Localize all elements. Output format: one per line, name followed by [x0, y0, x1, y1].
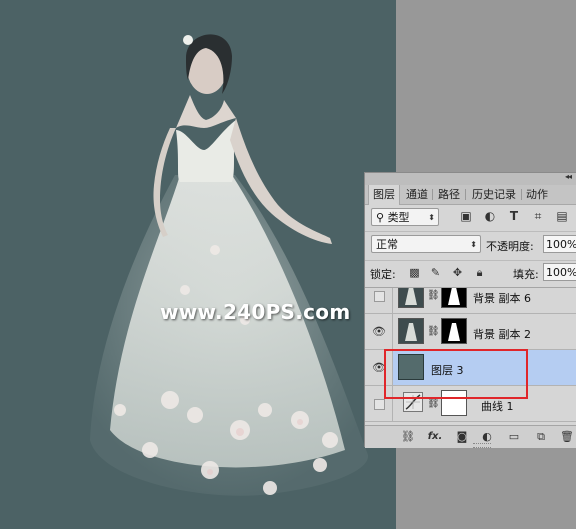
- mask-link-icon[interactable]: ⛓: [427, 290, 440, 301]
- document-canvas[interactable]: www.240PS.com: [0, 0, 396, 529]
- fill-input[interactable]: 100%: [543, 263, 576, 281]
- layer-name[interactable]: 背景 副本 2: [473, 326, 531, 342]
- tab-layers[interactable]: 图层: [368, 185, 400, 205]
- mask-link-icon[interactable]: ⛓: [427, 398, 440, 409]
- collapse-chevron-icon[interactable]: ◂◂: [565, 172, 572, 181]
- lock-all-icon[interactable]: 🔒︎: [473, 266, 486, 279]
- lock-label: 锁定:: [370, 268, 396, 281]
- add-mask-icon[interactable]: ◙: [455, 430, 469, 444]
- adjustment-filter-icon[interactable]: ◐: [483, 209, 497, 223]
- panel-tab-bar: 图层 通道 路径 历史记录 动作: [365, 185, 576, 205]
- layer-name[interactable]: 背景 副本 6: [473, 290, 531, 306]
- layer-mask-thumbnail: [441, 288, 467, 308]
- opacity-label: 不透明度:: [486, 240, 534, 253]
- fx-icon[interactable]: fx.: [425, 430, 445, 444]
- layer-thumbnail: [398, 288, 424, 308]
- watermark-text: www.240PS.com: [160, 300, 351, 324]
- image-filter-icon[interactable]: ▣: [459, 209, 473, 223]
- type-filter-icon[interactable]: T: [507, 209, 521, 223]
- stepper-arrows-icon: ⬍: [470, 240, 477, 249]
- mask-link-icon[interactable]: ⛓: [427, 326, 440, 337]
- bride-photo: [90, 34, 369, 496]
- group-folder-icon[interactable]: ▭: [507, 430, 521, 444]
- layer-row[interactable]: ⛓ 背景 副本 6: [365, 288, 576, 314]
- trash-icon[interactable]: 🗑︎: [560, 430, 574, 444]
- blend-mode-select[interactable]: 正常 ⬍: [371, 235, 481, 253]
- tab-paths[interactable]: 路径: [435, 185, 463, 204]
- visibility-checkbox[interactable]: [374, 290, 385, 302]
- shape-filter-icon[interactable]: ⌗: [531, 209, 545, 223]
- highlight-box: [384, 349, 528, 399]
- layers-panel: ◂◂ 图层 通道 路径 历史记录 动作 ⚲ 类型 ⬍ ▣ ◐ T ⌗ ▤ 正常 …: [364, 172, 576, 448]
- filter-kind-label: 类型: [387, 211, 410, 224]
- fill-label: 填充:: [513, 268, 539, 281]
- panel-collapse-bar[interactable]: ◂◂: [365, 172, 576, 185]
- tab-channels[interactable]: 通道: [403, 185, 431, 204]
- tab-history[interactable]: 历史记录: [468, 185, 520, 204]
- lock-transparent-icon[interactable]: ▩: [408, 266, 421, 279]
- panel-footer: ⛓ fx. ◙ ◐ ▭ ⧉ 🗑︎: [365, 425, 576, 448]
- visibility-cell[interactable]: 👁︎: [365, 314, 393, 349]
- lock-position-icon[interactable]: ✥: [451, 266, 464, 279]
- eye-icon[interactable]: 👁︎: [372, 325, 386, 339]
- tab-actions[interactable]: 动作: [523, 185, 551, 204]
- adjustment-layer-icon[interactable]: ◐: [480, 430, 494, 444]
- visibility-checkbox[interactable]: [374, 398, 385, 410]
- resize-grip[interactable]: [473, 443, 491, 448]
- opacity-input[interactable]: 100%: [543, 235, 576, 253]
- layer-thumbnail: [398, 318, 424, 344]
- filter-kind-select[interactable]: ⚲ 类型 ⬍: [371, 208, 439, 226]
- search-icon: ⚲: [376, 211, 385, 224]
- blend-mode-value: 正常: [376, 238, 398, 251]
- layer-name[interactable]: 曲线 1: [481, 398, 514, 414]
- stepper-arrows-icon: ⬍: [428, 213, 435, 222]
- link-layers-icon[interactable]: ⛓: [401, 430, 415, 444]
- visibility-cell[interactable]: [365, 288, 393, 313]
- layer-row[interactable]: 👁︎ ⛓ 背景 副本 2: [365, 314, 576, 350]
- layer-mask-thumbnail: [441, 318, 467, 344]
- lock-paint-brush-icon[interactable]: ✎: [429, 266, 442, 279]
- smart-object-filter-icon[interactable]: ▤: [555, 209, 569, 223]
- new-layer-icon[interactable]: ⧉: [534, 430, 548, 444]
